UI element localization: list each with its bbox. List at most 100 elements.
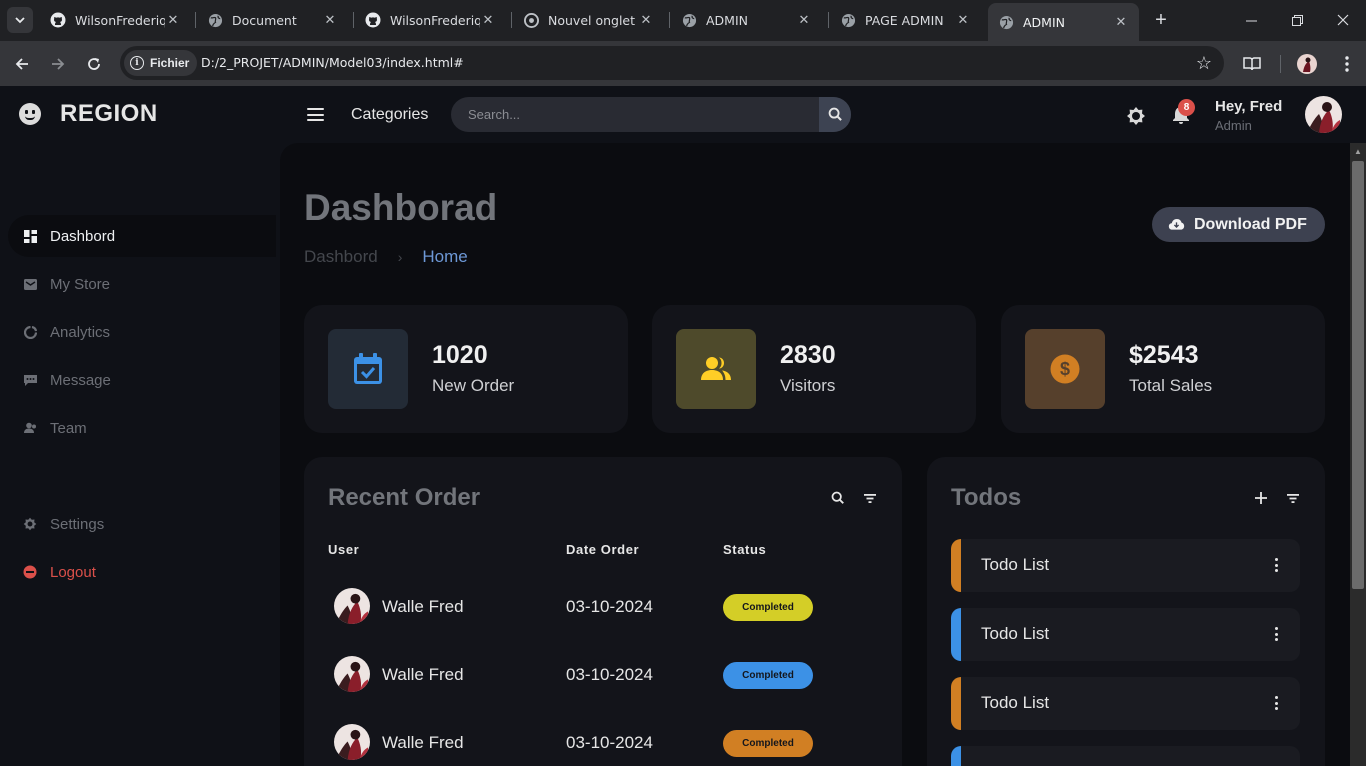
chevron-down-icon	[15, 17, 25, 24]
minimize-button[interactable]	[1228, 0, 1274, 40]
browser-tab[interactable]: WilsonFrederique ✕	[355, 5, 506, 35]
categories-link[interactable]: Categories	[351, 106, 428, 124]
close-icon[interactable]: ✕	[1113, 15, 1129, 30]
sidebar-item-label: My Store	[50, 275, 111, 293]
browser-tab[interactable]: ADMIN ✕	[671, 5, 822, 35]
sidebar-item-label: Team	[50, 419, 87, 437]
browser-tab[interactable]: WilsonFrederique ✕	[40, 5, 191, 35]
filter-icon[interactable]	[1285, 490, 1301, 506]
browser-tab[interactable]: Document ✕	[197, 5, 348, 35]
info-icon: i	[130, 56, 144, 70]
sidebar-item-team[interactable]: Team	[8, 407, 276, 449]
gear-icon	[22, 516, 38, 532]
stat-label: New Order	[432, 376, 515, 395]
back-button[interactable]	[9, 51, 35, 77]
search-form	[451, 97, 851, 132]
sidebar: Dashbord My Store Analytics Message Team…	[0, 143, 280, 766]
browser-tab-bar: WilsonFrederique ✕ Document ✕ WilsonFred…	[0, 0, 1366, 41]
close-icon[interactable]: ✕	[165, 13, 181, 28]
sidebar-item-label: Settings	[50, 515, 105, 533]
todo-item[interactable]: Todo List	[951, 539, 1300, 592]
more-vertical-icon[interactable]	[1274, 627, 1278, 641]
table-row[interactable]: Walle Fred 03-10-2024 Completed	[328, 653, 878, 697]
search-icon[interactable]	[830, 490, 846, 506]
recent-order-panel: Recent Order User Date Order Status Wall…	[304, 457, 902, 766]
stat-card-new-order: 1020 New Order	[304, 305, 628, 433]
todo-text: Todo List	[981, 555, 1050, 574]
user-greeting: Hey, Fred	[1215, 98, 1283, 115]
add-icon[interactable]	[1253, 490, 1269, 506]
github-icon	[50, 12, 66, 28]
new-tab-button[interactable]: +	[1150, 9, 1172, 31]
team-icon	[22, 420, 38, 436]
close-icon[interactable]: ✕	[322, 13, 338, 28]
forward-button[interactable]	[45, 51, 71, 77]
search-input[interactable]	[451, 97, 819, 132]
close-icon[interactable]: ✕	[796, 13, 812, 28]
stat-card-visitors: 2830 Visitors	[652, 305, 976, 433]
sidebar-item-label: Dashbord	[50, 227, 116, 245]
site-info-chip[interactable]: i Fichier	[124, 50, 198, 76]
todo-text: Todo List	[981, 693, 1050, 712]
search-button[interactable]	[819, 97, 851, 132]
message-icon	[22, 372, 38, 388]
breadcrumb-item[interactable]: Dashbord	[304, 247, 378, 267]
scrollbar[interactable]: ▲	[1350, 143, 1366, 766]
sidebar-item-dashboard[interactable]: Dashbord	[8, 215, 276, 257]
stat-card-total-sales: $ $2543 Total Sales	[1001, 305, 1325, 433]
todo-item[interactable]: Todo List	[951, 677, 1300, 730]
address-bar[interactable]: i Fichier D:/2_PROJET/ADMIN/Model03/inde…	[120, 46, 1224, 80]
close-icon[interactable]: ✕	[955, 13, 971, 28]
close-icon[interactable]: ✕	[480, 13, 496, 28]
profile-button[interactable]	[1294, 51, 1320, 77]
site-info-label: Fichier	[150, 56, 190, 70]
arrow-right-icon	[52, 58, 65, 70]
browser-menu-button[interactable]	[1334, 51, 1360, 77]
filter-icon[interactable]	[862, 490, 878, 506]
close-window-button[interactable]	[1320, 0, 1366, 40]
sidebar-item-label: Message	[50, 371, 111, 389]
more-vertical-icon[interactable]	[1274, 696, 1278, 710]
browser-tab[interactable]: Nouvel onglet ✕	[513, 5, 664, 35]
todo-item[interactable]: Todo List	[951, 608, 1300, 661]
stat-value: 1020	[432, 341, 488, 369]
avatar	[334, 588, 370, 624]
scroll-up-icon[interactable]: ▲	[1353, 147, 1363, 157]
sidebar-item-logout[interactable]: Logout	[8, 551, 276, 593]
todo-item[interactable]	[951, 746, 1300, 766]
sidebar-item-message[interactable]: Message	[8, 359, 276, 401]
breadcrumb-item-active[interactable]: Home	[422, 247, 467, 267]
browser-tab-active[interactable]: ADMIN ✕	[988, 3, 1139, 41]
tab-search-button[interactable]	[7, 7, 33, 33]
sidebar-item-settings[interactable]: Settings	[8, 503, 276, 545]
panel-title: Recent Order	[328, 484, 481, 511]
theme-toggle-icon[interactable]	[1126, 106, 1146, 126]
order-date: 03-10-2024	[566, 597, 653, 616]
column-header-user: User	[328, 542, 360, 557]
avatar[interactable]	[1305, 96, 1342, 133]
table-row[interactable]: Walle Fred 03-10-2024 Completed	[328, 721, 878, 765]
sidebar-item-label: Analytics	[50, 323, 111, 341]
status-badge: Completed	[723, 730, 813, 757]
calendar-check-icon	[328, 329, 408, 409]
more-vertical-icon[interactable]	[1274, 558, 1278, 572]
dashboard-icon	[22, 228, 38, 244]
table-row[interactable]: Walle Fred 03-10-2024 Completed	[328, 585, 878, 629]
page-title: Dashborad	[304, 187, 498, 228]
browser-tab[interactable]: PAGE ADMIN ✕	[830, 5, 981, 35]
sidebar-item-my-store[interactable]: My Store	[8, 263, 276, 305]
scrollbar-thumb[interactable]	[1352, 161, 1364, 589]
download-pdf-button[interactable]: Download PDF	[1152, 207, 1325, 242]
restore-button[interactable]	[1274, 0, 1320, 40]
close-icon[interactable]: ✕	[638, 13, 654, 28]
reload-button[interactable]	[81, 51, 107, 77]
sidebar-item-analytics[interactable]: Analytics	[8, 311, 276, 353]
url-text[interactable]: D:/2_PROJET/ADMIN/Model03/index.html#	[201, 55, 464, 70]
menu-icon[interactable]	[307, 108, 324, 121]
reading-mode-button[interactable]	[1239, 51, 1265, 77]
user-name: Walle Fred	[382, 597, 464, 616]
brand[interactable]: REGION	[19, 100, 158, 128]
bookmark-star-icon[interactable]: ☆	[1196, 53, 1212, 74]
minimize-icon	[1245, 20, 1257, 21]
profile-avatar	[1297, 54, 1317, 74]
